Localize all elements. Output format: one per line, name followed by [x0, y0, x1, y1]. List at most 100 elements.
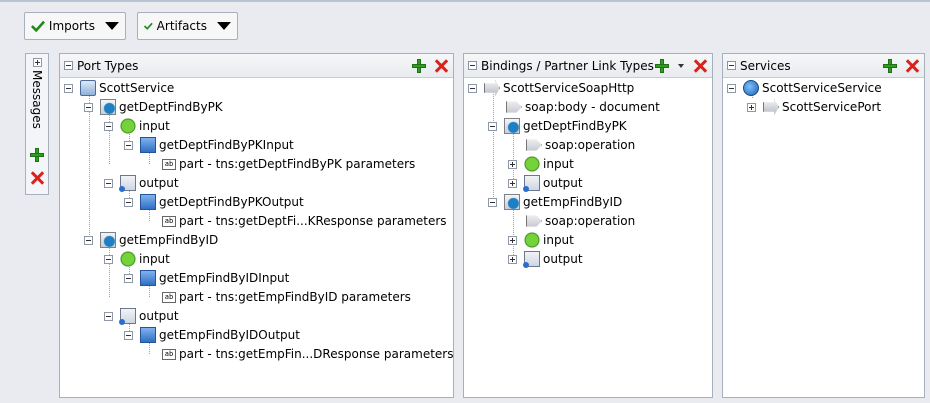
tree-node-port[interactable]: ScottServicePort [747, 98, 881, 116]
expand-icon[interactable] [508, 255, 517, 264]
collapse-icon[interactable] [64, 84, 73, 93]
tree-node-soap-operation[interactable]: soap:operation [526, 136, 635, 154]
add-binding-icon[interactable] [654, 58, 670, 74]
chevron-down-icon[interactable] [678, 64, 684, 68]
tree-node-soap-operation[interactable]: soap:operation [526, 212, 635, 230]
services-tree: ScottServiceService ScottServicePort [723, 79, 924, 397]
delete-port-type-icon[interactable] [433, 58, 449, 74]
message-icon [140, 194, 156, 210]
expand-icon[interactable] [508, 236, 517, 245]
bindings-panel: Bindings / Partner Link Types ScottServi… [463, 53, 713, 398]
tree-node-output[interactable]: output [104, 174, 179, 192]
tree-node-service[interactable]: ScottService [64, 79, 174, 97]
tree-node-part[interactable]: ab part - tns:getEmpFindByID parameters [162, 288, 411, 306]
tree-node-part[interactable]: ab part - tns:getDeptFi...KResponse para… [162, 212, 447, 230]
tree-node-message[interactable]: getEmpFindByIDInput [124, 269, 289, 287]
output-icon [119, 308, 136, 325]
tree-node-part[interactable]: ab part - tns:getEmpFin...DResponse para… [162, 345, 453, 363]
collapse-icon[interactable] [84, 236, 93, 245]
tree-node-message[interactable]: getDeptFindByPKOutput [124, 193, 304, 211]
tree-node-operation[interactable]: getDeptFindByPK [84, 98, 223, 116]
tree-node-message[interactable]: getEmpFindByIDOutput [124, 326, 300, 344]
tree-node-soap-body[interactable]: soap:body - document [506, 98, 660, 116]
operation-icon [100, 232, 116, 248]
tree-node-input[interactable]: input [508, 155, 574, 173]
port-types-title: Port Types [77, 58, 139, 73]
node-label: getEmpFindByIDOutput [159, 328, 300, 342]
tree-node-binding[interactable]: ScottServiceSoapHttp [468, 79, 634, 97]
add-message-icon[interactable] [29, 147, 45, 163]
node-label: getEmpFindByID [119, 233, 219, 247]
output-icon [523, 175, 540, 192]
window-top-border [0, 0, 930, 2]
tree-node-part[interactable]: ab part - tns:getDeptFindByPK parameters [162, 155, 415, 173]
collapse-icon[interactable] [124, 274, 133, 283]
node-label: ScottServiceSoapHttp [503, 81, 635, 95]
node-label: getDeptFindByPKOutput [159, 195, 304, 209]
tree-node-input[interactable]: input [104, 117, 170, 135]
collapse-icon[interactable] [64, 61, 73, 70]
operation-icon [504, 194, 520, 210]
collapse-icon[interactable] [488, 198, 497, 207]
imports-label: Imports [48, 19, 95, 33]
input-icon [120, 118, 136, 134]
tree-node-message[interactable]: getDeptFindByPKInput [124, 136, 294, 154]
collapse-icon[interactable] [727, 84, 736, 93]
node-label: getEmpFindByIDInput [159, 271, 290, 285]
message-icon [140, 137, 156, 153]
node-label: ScottService [99, 81, 175, 95]
collapse-icon[interactable] [84, 103, 93, 112]
expand-icon[interactable] [747, 103, 756, 112]
tree-node-output[interactable]: output [104, 307, 179, 325]
imports-dropdown-button[interactable]: Imports [24, 12, 126, 40]
part-icon: ab [162, 348, 176, 360]
collapse-icon[interactable] [104, 179, 113, 188]
delete-message-icon[interactable] [29, 170, 45, 186]
delete-service-icon[interactable] [904, 58, 920, 74]
globe-icon [743, 80, 759, 96]
collapse-icon[interactable] [727, 61, 736, 70]
port-type-icon [80, 80, 96, 96]
artifacts-dropdown-button[interactable]: Artifacts [137, 12, 238, 40]
collapse-icon[interactable] [468, 61, 477, 70]
expand-icon[interactable] [33, 58, 42, 67]
tree-node-output[interactable]: output [508, 250, 583, 268]
binding-icon [484, 80, 500, 96]
node-label: part - tns:getEmpFin...DResponse paramet… [179, 347, 454, 361]
collapse-icon[interactable] [488, 122, 497, 131]
node-label: part - tns:getEmpFindByID parameters [179, 290, 411, 304]
collapse-icon[interactable] [104, 122, 113, 131]
messages-label: Messages [30, 70, 44, 129]
collapse-icon[interactable] [124, 331, 133, 340]
add-service-icon[interactable] [882, 58, 898, 74]
tree-node-output[interactable]: output [508, 174, 583, 192]
delete-binding-icon[interactable] [692, 58, 708, 74]
tree-node-operation[interactable]: getEmpFindByID [84, 231, 218, 249]
node-label: getDeptFindByPKInput [159, 138, 294, 152]
tree-node-input[interactable]: input [508, 231, 574, 249]
services-title: Services [740, 58, 791, 73]
input-icon [524, 156, 540, 172]
tree-node-operation[interactable]: getDeptFindByPK [488, 117, 627, 135]
checkmark-icon [144, 22, 153, 30]
operation-icon [100, 99, 116, 115]
expand-icon[interactable] [508, 160, 517, 169]
tree-node-service[interactable]: ScottServiceService [727, 79, 882, 97]
collapse-icon[interactable] [468, 84, 477, 93]
node-label: output [543, 176, 583, 190]
tree-node-operation[interactable]: getEmpFindByID [488, 193, 622, 211]
collapse-icon[interactable] [104, 312, 113, 321]
node-label: ScottServiceService [762, 81, 882, 95]
port-types-tree: ScottService getDeptFindByPK input getDe… [60, 79, 453, 397]
add-port-type-icon[interactable] [411, 58, 427, 74]
input-icon [120, 251, 136, 267]
collapse-icon[interactable] [124, 141, 133, 150]
message-icon [140, 270, 156, 286]
node-label: output [139, 176, 179, 190]
node-label: soap:operation [545, 138, 636, 152]
expand-icon[interactable] [508, 179, 517, 188]
collapse-icon[interactable] [104, 255, 113, 264]
tree-node-input[interactable]: input [104, 250, 170, 268]
collapse-icon[interactable] [124, 198, 133, 207]
port-types-header: Port Types [60, 54, 453, 78]
